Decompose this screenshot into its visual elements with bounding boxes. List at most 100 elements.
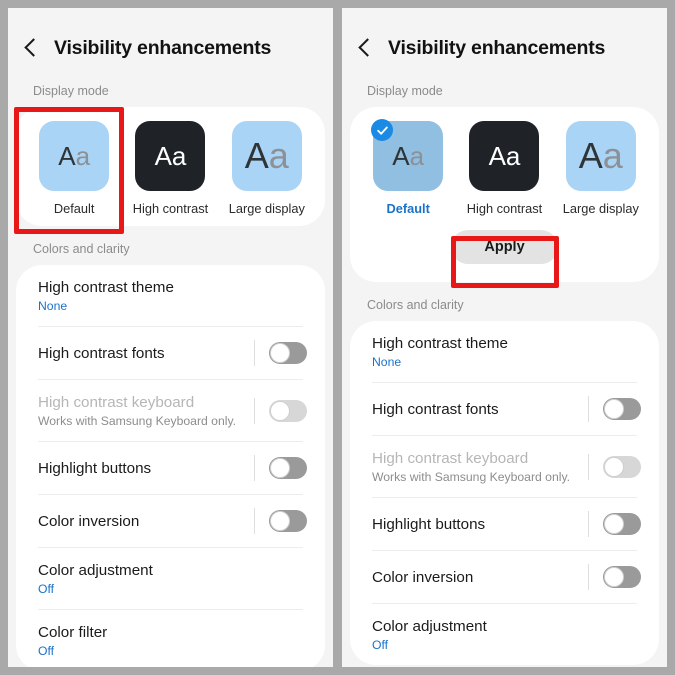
list-item-color-filter[interactable]: Color filter Off	[16, 610, 325, 667]
list-item-text: Highlight buttons	[372, 502, 485, 547]
toggle-color-inversion[interactable]	[269, 510, 307, 532]
toggle-knob	[270, 343, 290, 363]
tile-sample-letter-a: a	[75, 141, 91, 171]
list-item-text: Color inversion	[372, 555, 473, 600]
list-item-text: High contrast fonts	[372, 387, 499, 432]
mode-caption-default: Default	[53, 201, 95, 216]
list-item-color-inversion[interactable]: Color inversion	[350, 551, 659, 603]
mode-option-large-display[interactable]: Aa Large display	[221, 121, 313, 216]
vertical-divider	[588, 453, 589, 480]
list-item-title: High contrast theme	[38, 279, 174, 296]
mode-tile-default[interactable]: Aa	[371, 119, 444, 191]
list-item-high-contrast-fonts[interactable]: High contrast fonts	[16, 327, 325, 379]
list-item-high-contrast-theme[interactable]: High contrast theme None	[350, 321, 659, 382]
toggle-highlight-buttons[interactable]	[269, 457, 307, 479]
toggle-group	[588, 396, 641, 422]
apply-button[interactable]: Apply	[451, 230, 558, 264]
list-item-color-inversion[interactable]: Color inversion	[16, 495, 325, 547]
list-item-title: High contrast fonts	[372, 400, 499, 418]
section-label-colors-and-clarity: Colors and clarity	[33, 242, 130, 256]
tile-sample-letter-a: a	[505, 141, 521, 171]
mode-option-high-contrast[interactable]: Aa High contrast	[124, 121, 216, 216]
list-item-value: Off	[372, 638, 389, 652]
list-item-text: Color filter Off	[38, 610, 107, 667]
toggle-group	[254, 455, 307, 481]
toggle-group	[254, 508, 307, 534]
list-item-high-contrast-keyboard: High contrast keyboard Works with Samsun…	[16, 380, 325, 441]
list-item-text: High contrast theme None	[372, 321, 508, 382]
list-item-text: Color adjustment Off	[38, 548, 153, 609]
toggle-group	[588, 453, 641, 480]
list-item-highlight-buttons[interactable]: Highlight buttons	[16, 442, 325, 494]
vertical-divider	[588, 511, 589, 537]
display-mode-card: Aa Default Aa High contrast Aa Large dis…	[350, 107, 659, 282]
tile-sample-letter-A: A	[244, 135, 269, 176]
list-item-title: High contrast keyboard	[372, 450, 529, 467]
mode-option-high-contrast[interactable]: Aa High contrast	[458, 121, 550, 216]
list-item-text: Highlight buttons	[38, 446, 151, 491]
page-title: Visibility enhancements	[388, 36, 606, 59]
mode-option-default[interactable]: Aa Default	[362, 119, 454, 216]
list-item-highlight-buttons[interactable]: Highlight buttons	[350, 498, 659, 550]
toggle-knob	[604, 399, 624, 419]
right-screen-panel: Visibility enhancements Display mode Aa …	[342, 8, 667, 667]
section-label-display-mode: Display mode	[33, 84, 109, 98]
toggle-knob	[604, 567, 624, 587]
toggle-group	[588, 511, 641, 537]
toggle-knob	[270, 400, 290, 421]
list-item-title: Color inversion	[372, 568, 474, 586]
apply-button-row: Apply	[350, 216, 659, 272]
mode-caption-high-contrast: High contrast	[132, 201, 209, 216]
list-item-text: High contrast keyboard Works with Samsun…	[372, 436, 570, 497]
chevron-left-icon[interactable]	[356, 36, 374, 60]
app-header: Visibility enhancements	[8, 8, 333, 68]
toggle-group	[588, 564, 641, 590]
toggle-high-contrast-keyboard	[603, 455, 641, 478]
mode-tile-large-display[interactable]: Aa	[565, 121, 636, 191]
list-item-title: High contrast keyboard	[38, 394, 195, 411]
vertical-divider	[254, 397, 255, 424]
list-item-text: Color inversion	[38, 499, 139, 544]
vertical-divider	[254, 455, 255, 481]
list-item-color-adjustment[interactable]: Color adjustment Off	[16, 548, 325, 609]
list-item-subtitle: Works with Samsung Keyboard only.	[38, 414, 237, 428]
list-item-value: None	[372, 355, 402, 369]
mode-tile-large-display[interactable]: Aa	[231, 121, 302, 191]
toggle-high-contrast-fonts[interactable]	[269, 342, 307, 364]
list-item-high-contrast-fonts[interactable]: High contrast fonts	[350, 383, 659, 435]
list-item-text: Color adjustment Off	[372, 604, 487, 665]
list-item-high-contrast-theme[interactable]: High contrast theme None	[16, 265, 325, 326]
tile-sample-letter-A: A	[154, 141, 172, 171]
list-item-title: Color inversion	[38, 512, 140, 530]
display-mode-options: Aa Default Aa High contrast Aa Large dis…	[350, 119, 659, 216]
toggle-knob	[270, 458, 290, 478]
tile-sample-letter-A: A	[488, 141, 506, 171]
left-screen-panel: Visibility enhancements Display mode Aa …	[8, 8, 333, 667]
chevron-left-icon[interactable]	[22, 36, 40, 60]
toggle-color-inversion[interactable]	[603, 566, 641, 588]
mode-option-default[interactable]: Aa Default	[28, 121, 120, 216]
toggle-knob	[604, 456, 624, 477]
display-mode-card: Aa Default Aa High contrast Aa Large dis…	[16, 107, 325, 226]
list-item-color-adjustment[interactable]: Color adjustment Off	[350, 604, 659, 665]
list-item-title: Color adjustment	[38, 562, 153, 579]
mode-tile-high-contrast[interactable]: Aa	[135, 121, 206, 191]
list-item-text: High contrast fonts	[38, 331, 165, 376]
mode-tile-default[interactable]: Aa	[39, 121, 110, 191]
screenshot-root: Visibility enhancements Display mode Aa …	[0, 0, 675, 675]
toggle-high-contrast-fonts[interactable]	[603, 398, 641, 420]
tile-sample-letter-A: A	[578, 135, 603, 176]
mode-caption-large-display: Large display	[228, 201, 305, 216]
tile-sample-letter-a: a	[171, 141, 187, 171]
mode-caption-default: Default	[386, 201, 430, 216]
colors-and-clarity-card: High contrast theme None High contrast f…	[350, 321, 659, 665]
list-item-text: High contrast keyboard Works with Samsun…	[38, 380, 236, 441]
mode-tile-high-contrast[interactable]: Aa	[469, 121, 540, 191]
list-item-subtitle: Works with Samsung Keyboard only.	[372, 470, 571, 484]
toggle-knob	[604, 514, 624, 534]
vertical-divider	[588, 396, 589, 422]
vertical-divider	[588, 564, 589, 590]
mode-option-large-display[interactable]: Aa Large display	[555, 121, 647, 216]
tile-sample-letter-A: A	[392, 141, 410, 171]
toggle-highlight-buttons[interactable]	[603, 513, 641, 535]
